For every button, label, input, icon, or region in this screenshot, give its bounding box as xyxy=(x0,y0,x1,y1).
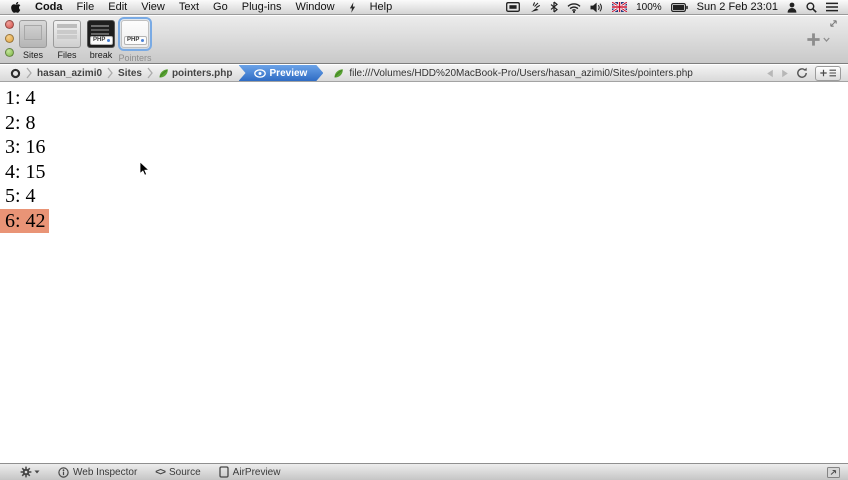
menu-edit[interactable]: Edit xyxy=(108,1,127,13)
volume-icon[interactable] xyxy=(590,2,603,13)
breadcrumb-folder[interactable]: Sites xyxy=(114,68,146,79)
menu-help[interactable]: Help xyxy=(370,1,393,13)
toolbar-items: Sites Files PHP break PHP Pointers xyxy=(16,17,152,63)
spotlight-search-icon[interactable] xyxy=(806,1,817,13)
airpreview-button[interactable]: AirPreview xyxy=(219,466,281,478)
output-line: 3: 16 xyxy=(5,136,46,158)
device-screen-icon xyxy=(219,466,229,478)
output-line: 5: 4 xyxy=(5,185,36,207)
web-inspector-label: Web Inspector xyxy=(73,466,138,478)
badge-dot xyxy=(141,39,145,42)
url-text: file:///Volumes/HDD%20MacBook-Pro/Users/… xyxy=(349,67,693,79)
gear-icon xyxy=(20,466,32,478)
chevron-down-icon xyxy=(823,37,830,42)
toolbar-expand-icon[interactable] xyxy=(829,19,838,28)
php-document-icon: PHP xyxy=(87,20,115,48)
menu-clock[interactable]: Sun 2 Feb 23:01 xyxy=(697,1,778,13)
battery-percent-label: 100% xyxy=(636,1,662,13)
menu-view[interactable]: View xyxy=(141,1,165,13)
apple-menu-icon[interactable] xyxy=(10,1,21,14)
php-leaf-icon xyxy=(159,68,168,78)
tab-preview[interactable]: Preview xyxy=(239,65,324,81)
output-line-highlighted: 6: 42 xyxy=(0,208,848,233)
keyboard-layout-flag-icon[interactable] xyxy=(612,2,628,12)
toolbar-item-label: Files xyxy=(57,50,77,60)
menu-status-area: 100% Sun 2 Feb 23:01 xyxy=(506,1,838,13)
path-bar: hasan_azimi0 Sites pointers.php Preview … xyxy=(0,65,848,82)
php-document-icon: PHP xyxy=(121,20,149,48)
output-line: 2: 8 xyxy=(5,111,36,134)
menu-coda[interactable]: Coda xyxy=(35,1,63,13)
traffic-lights xyxy=(5,20,14,57)
sites-icon xyxy=(19,20,47,48)
menu-text[interactable]: Text xyxy=(179,1,199,13)
site-root-icon[interactable] xyxy=(6,68,25,79)
wifi-icon[interactable] xyxy=(567,2,581,13)
script-menu-icon[interactable] xyxy=(349,1,356,13)
breadcrumb-file[interactable]: pointers.php xyxy=(154,68,237,79)
wireless-broadcast-icon[interactable] xyxy=(529,1,541,13)
screen: Coda File Edit View Text Go Plug-ins Win… xyxy=(0,0,848,480)
eye-icon xyxy=(254,69,266,78)
toolbar-item-label: break xyxy=(89,50,113,60)
source-button[interactable]: <> Source xyxy=(155,467,200,478)
status-bar: Web Inspector <> Source AirPreview xyxy=(0,463,848,480)
battery-icon[interactable] xyxy=(670,2,688,12)
breadcrumb-separator-icon xyxy=(147,67,153,79)
breadcrumb-separator-icon xyxy=(26,67,32,79)
toolbar-item-files[interactable]: Files xyxy=(50,18,84,63)
notification-center-icon[interactable] xyxy=(826,2,838,12)
badge-dot xyxy=(107,39,111,42)
source-label: Source xyxy=(168,466,201,478)
add-tab-button[interactable] xyxy=(805,31,830,48)
menu-file[interactable]: File xyxy=(77,1,95,13)
forward-button[interactable] xyxy=(781,69,789,78)
settings-gear-button[interactable] xyxy=(20,466,40,478)
menu-plugins[interactable]: Plug-ins xyxy=(242,1,282,13)
zoom-button[interactable] xyxy=(5,48,14,57)
web-inspector-button[interactable]: Web Inspector xyxy=(58,467,137,478)
php-badge: PHP xyxy=(124,36,148,45)
close-button[interactable] xyxy=(5,20,14,29)
preview-content: 1: 4 2: 8 3: 16 4: 15 5: 4 6: 42 xyxy=(0,82,848,467)
menu-window[interactable]: Window xyxy=(295,1,334,13)
selection-ring: PHP xyxy=(118,17,152,51)
output-line: 4: 15 xyxy=(5,160,46,183)
minimize-button[interactable] xyxy=(5,34,14,43)
breadcrumb-file-label: pointers.php xyxy=(171,67,233,79)
menu-go[interactable]: Go xyxy=(213,1,228,13)
window-toolbar: Sites Files PHP break PHP Pointers xyxy=(0,16,848,64)
php-leaf-icon xyxy=(334,68,344,78)
toolbar-item-pointers[interactable]: PHP Pointers xyxy=(118,17,152,63)
url-field[interactable]: file:///Volumes/HDD%20MacBook-Pro/Users/… xyxy=(333,68,693,79)
breadcrumb-separator-icon xyxy=(107,67,113,79)
bluetooth-icon[interactable] xyxy=(550,1,559,13)
code-brackets-icon: <> xyxy=(155,466,166,478)
preview-nav-controls xyxy=(766,65,848,81)
display-mirroring-icon[interactable] xyxy=(506,2,521,12)
back-button[interactable] xyxy=(766,69,774,78)
info-circle-icon xyxy=(58,466,69,478)
breadcrumb-site[interactable]: hasan_azimi0 xyxy=(33,68,106,79)
output-line: 1: 4 xyxy=(5,87,36,109)
mouse-cursor xyxy=(139,161,150,177)
php-badge: PHP xyxy=(90,36,114,45)
refresh-button[interactable] xyxy=(796,67,808,79)
toolbar-item-sites[interactable]: Sites xyxy=(16,18,50,63)
tab-preview-label: Preview xyxy=(269,67,308,79)
toolbar-item-label: Pointers xyxy=(118,53,152,63)
files-icon xyxy=(53,20,81,48)
user-icon[interactable] xyxy=(787,2,797,13)
open-in-window-button[interactable] xyxy=(827,466,840,478)
toolbar-item-label: Sites xyxy=(22,50,43,60)
airpreview-label: AirPreview xyxy=(232,466,281,478)
toolbar-item-break[interactable]: PHP break xyxy=(84,18,118,63)
menu-bar: Coda File Edit View Text Go Plug-ins Win… xyxy=(0,0,848,15)
chevron-down-icon xyxy=(34,470,40,474)
add-bookmark-button[interactable] xyxy=(815,65,841,81)
